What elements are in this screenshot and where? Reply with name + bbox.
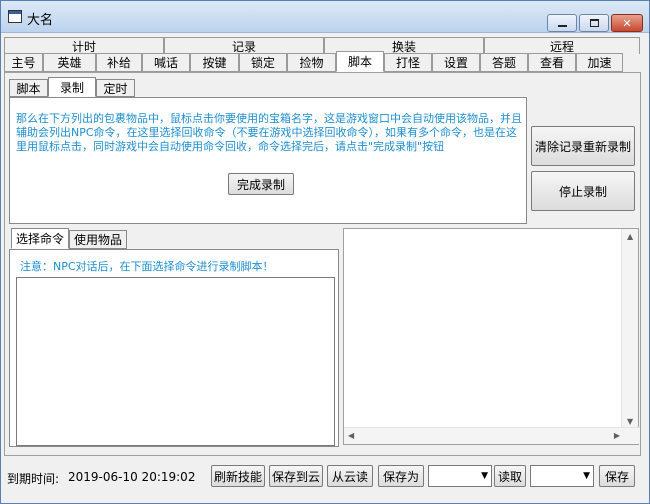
expire-label: 到期时间: [7, 472, 60, 486]
tab-view[interactable]: 查看 [528, 53, 576, 72]
subtab-script[interactable]: 脚本 [9, 79, 48, 97]
subtab-record[interactable]: 录制 [48, 77, 96, 97]
scroll-down-icon[interactable]: ▼ [627, 417, 633, 426]
tab-lock[interactable]: 锁定 [239, 53, 287, 72]
title-bar[interactable]: 大名 ✕ [1, 1, 649, 33]
group-tab-record[interactable]: 记录 [164, 37, 324, 54]
save-button[interactable]: 保存 [599, 465, 635, 487]
stop-record-button[interactable]: 停止录制 [531, 171, 635, 211]
tab-shout[interactable]: 喊话 [142, 53, 190, 72]
command-notice: 注意：NPC对话后，在下面选择命令进行录制脚本！ [20, 260, 274, 273]
maximize-button[interactable] [579, 14, 609, 32]
close-button[interactable]: ✕ [611, 14, 643, 32]
vertical-scrollbar[interactable]: ▲ ▼ [621, 229, 638, 429]
tab-use-item[interactable]: 使用物品 [69, 230, 128, 249]
group-tab-timer[interactable]: 计时 [4, 37, 164, 54]
read-button[interactable]: 读取 [494, 465, 526, 487]
record-info-panel: 那么在下方列出的包裹物品中，鼠标点击你要使用的宝箱名字，这是游戏窗口中会自动使用… [9, 97, 527, 224]
record-instructions: 那么在下方列出的包裹物品中，鼠标点击你要使用的宝箱名字，这是游戏窗口中会自动使用… [16, 112, 522, 153]
finish-record-button[interactable]: 完成录制 [228, 173, 294, 195]
chevron-down-icon: ▼ [583, 471, 590, 481]
profile-select[interactable]: ▼ [530, 465, 594, 487]
window-title: 大名 [27, 13, 54, 28]
expire-value: 2019-06-10 20:19:02 [68, 470, 196, 484]
scroll-up-icon[interactable]: ▲ [627, 232, 633, 241]
subtab-schedule[interactable]: 定时 [96, 79, 135, 97]
tab-keys[interactable]: 按键 [190, 53, 239, 72]
save-as-button[interactable]: 保存为 [378, 465, 424, 487]
save-to-cloud-button[interactable]: 保存到云 [269, 465, 323, 487]
scroll-right-icon[interactable]: ▶ [614, 431, 620, 440]
close-icon: ✕ [622, 16, 632, 30]
command-list[interactable] [16, 277, 335, 446]
tab-pickup[interactable]: 捡物 [287, 53, 336, 72]
command-panel: 注意：NPC对话后，在下面选择命令进行录制脚本！ [9, 249, 339, 447]
tab-main-account[interactable]: 主号 [4, 53, 43, 72]
tab-script[interactable]: 脚本 [336, 51, 384, 72]
minimize-icon [557, 25, 567, 27]
tab-speed[interactable]: 加速 [576, 53, 623, 72]
clear-restart-record-button[interactable]: 清除记录重新录制 [531, 126, 635, 166]
sub-tab-row: 脚本 录制 定时 [9, 77, 135, 97]
tab-settings[interactable]: 设置 [432, 53, 480, 72]
command-tab-row: 选择命令 使用物品 [11, 228, 128, 250]
script-file-select[interactable]: ▼ [428, 465, 492, 487]
script-tab-content: 脚本 录制 定时 那么在下方列出的包裹物品中，鼠标点击你要使用的宝箱名字，这是游… [4, 72, 641, 456]
minimize-button[interactable] [547, 14, 577, 32]
main-tab-row: 主号 英雄 补给 喊话 按键 锁定 捡物 脚本 打怪 设置 答题 查看 加速 [4, 51, 623, 72]
tab-supply[interactable]: 补给 [96, 53, 142, 72]
horizontal-scrollbar[interactable]: ◀ ▶ [344, 427, 640, 444]
status-bar: 到期时间: 2019-06-10 20:19:02 刷新技能 保存到云 从云读 … [1, 458, 649, 498]
chevron-down-icon: ▼ [481, 471, 488, 481]
app-window: 大名 ✕ 计时 记录 换装 远程 主号 英雄 补给 喊话 按键 锁定 捡物 脚本… [0, 0, 650, 504]
tab-quiz[interactable]: 答题 [480, 53, 528, 72]
window-icon [8, 10, 22, 23]
scroll-left-icon[interactable]: ◀ [348, 431, 354, 440]
script-text-area[interactable]: ▲ ▼ ◀ ▶ [343, 228, 640, 445]
load-from-cloud-button[interactable]: 从云读 [327, 465, 373, 487]
tab-hero[interactable]: 英雄 [43, 53, 96, 72]
group-tab-remote[interactable]: 远程 [484, 37, 640, 54]
refresh-skills-button[interactable]: 刷新技能 [211, 465, 265, 487]
tab-select-command[interactable]: 选择命令 [11, 228, 70, 249]
maximize-icon [589, 19, 599, 27]
group-tab-row: 计时 记录 换装 远程 [4, 37, 640, 54]
tab-fight[interactable]: 打怪 [384, 53, 432, 72]
